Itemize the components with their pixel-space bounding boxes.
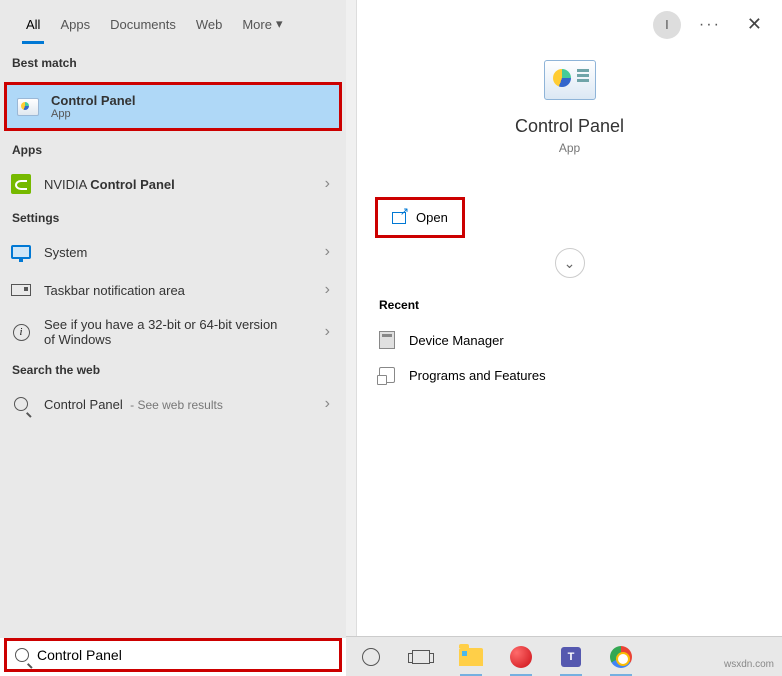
teams-icon (561, 647, 581, 667)
recent-device-manager[interactable]: Device Manager (357, 322, 782, 358)
detail-title: Control Panel (357, 116, 782, 137)
search-input[interactable] (37, 647, 331, 663)
cortana-icon (362, 648, 380, 666)
opera-icon (510, 646, 532, 668)
section-recent: Recent (357, 278, 782, 322)
watermark: wsxdn.com (724, 659, 774, 670)
file-explorer-icon (459, 648, 483, 666)
tab-more[interactable]: More▾ (232, 4, 292, 44)
more-options-icon[interactable]: ··· (699, 16, 721, 34)
monitor-icon (10, 241, 32, 263)
taskbar (346, 636, 782, 676)
search-icon (10, 393, 32, 415)
chrome-icon (610, 646, 632, 668)
detail-pane: I ··· ✕ Control Panel App Open ⌄ Recent … (356, 0, 782, 638)
result-nvidia-control-panel[interactable]: NVIDIA Control Panel › (0, 165, 346, 203)
chevron-right-icon: › (325, 243, 336, 261)
file-explorer-button[interactable] (458, 644, 484, 670)
control-panel-icon (17, 96, 39, 118)
detail-subtitle: App (357, 141, 782, 155)
section-best-match: Best match (0, 48, 346, 78)
opera-button[interactable] (508, 644, 534, 670)
section-search-web: Search the web (0, 355, 346, 385)
cortana-button[interactable] (358, 644, 384, 670)
filter-tabs: All Apps Documents Web More▾ (0, 0, 346, 48)
info-icon: i (10, 321, 32, 343)
result-web-control-panel[interactable]: Control Panel - See web results › (0, 385, 346, 423)
device-manager-icon (379, 331, 395, 349)
open-icon (392, 212, 406, 224)
section-apps: Apps (0, 135, 346, 165)
task-view-button[interactable] (408, 644, 434, 670)
teams-button[interactable] (558, 644, 584, 670)
chevron-right-icon: › (325, 323, 336, 341)
result-control-panel[interactable]: Control Panel App (4, 82, 342, 131)
search-icon (15, 648, 29, 662)
result-system[interactable]: System › (0, 233, 346, 271)
tab-web[interactable]: Web (186, 5, 233, 44)
control-panel-large-icon (544, 60, 596, 100)
chevron-down-icon: ▾ (276, 16, 283, 32)
taskbar-icon (10, 279, 32, 301)
tab-documents[interactable]: Documents (100, 5, 186, 44)
recent-programs-features[interactable]: Programs and Features (357, 358, 782, 392)
tab-apps[interactable]: Apps (50, 5, 100, 44)
programs-features-icon (379, 367, 395, 383)
task-view-icon (412, 650, 430, 664)
chevron-down-icon: ⌄ (564, 255, 576, 272)
result-taskbar-notification[interactable]: Taskbar notification area › (0, 271, 346, 309)
open-button[interactable]: Open (375, 197, 465, 238)
search-box[interactable] (4, 638, 342, 672)
results-pane: All Apps Documents Web More▾ Best match … (0, 0, 346, 638)
chevron-right-icon: › (325, 175, 336, 193)
result-32-64-bit[interactable]: i See if you have a 32-bit or 64-bit ver… (0, 309, 346, 355)
expand-button[interactable]: ⌄ (555, 248, 585, 278)
tab-all[interactable]: All (16, 5, 50, 44)
section-settings: Settings (0, 203, 346, 233)
user-avatar[interactable]: I (653, 11, 681, 39)
nvidia-icon (10, 173, 32, 195)
close-icon[interactable]: ✕ (739, 10, 770, 39)
chrome-button[interactable] (608, 644, 634, 670)
chevron-right-icon: › (325, 281, 336, 299)
chevron-right-icon: › (325, 395, 336, 413)
